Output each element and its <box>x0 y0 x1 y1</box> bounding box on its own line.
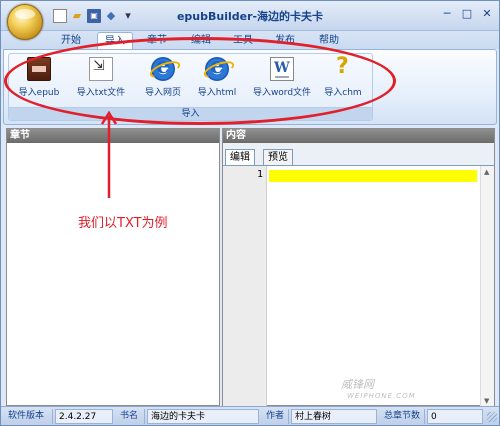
version-value: 2.4.2.27 <box>55 409 113 424</box>
book-name-value: 海边的卡夫卡 <box>147 409 259 424</box>
watermark-subtext: WEIPHONE.COM <box>347 392 416 400</box>
tab-edit-mode[interactable]: 编辑 <box>225 149 255 165</box>
chapter-count-value: 0 <box>427 409 483 424</box>
book-name-label: 书名 <box>117 409 145 424</box>
annotation-text: 我们以TXT为例 <box>78 216 168 231</box>
content-tabs: 编辑 预览 <box>223 143 494 165</box>
current-line-highlight[interactable] <box>269 170 477 182</box>
status-bar: 软件版本 2.4.2.27 书名 海边的卡夫卡 作者 村上春树 总章节数 0 <box>1 406 499 425</box>
annotation-arrow-icon <box>100 110 118 198</box>
minimize-button[interactable]: ─ <box>439 6 455 22</box>
author-label: 作者 <box>263 409 289 424</box>
restore-button[interactable]: □ <box>459 6 475 22</box>
scroll-up-icon[interactable]: ▲ <box>484 168 489 176</box>
scroll-down-icon[interactable]: ▼ <box>484 397 489 405</box>
application-menu-button[interactable] <box>7 4 43 40</box>
tab-preview[interactable]: 预览 <box>263 149 293 165</box>
annotation-ellipse <box>4 37 396 125</box>
line-number-gutter: 1 <box>223 166 267 407</box>
line-number: 1 <box>256 169 263 180</box>
window-controls: ─ □ ✕ <box>439 6 495 22</box>
window-title: epubBuilder-海边的卡夫卡 <box>176 10 324 23</box>
chapter-count-label: 总章节数 <box>381 409 425 424</box>
close-button[interactable]: ✕ <box>479 6 495 22</box>
content-panel-title: 内容 <box>223 129 494 143</box>
watermark-text: 威锋网 <box>341 378 374 391</box>
version-label: 软件版本 <box>5 409 53 424</box>
vertical-scrollbar[interactable]: ▲ ▼ <box>480 166 494 407</box>
title-bar: ▰ ▣ ◆ ▾ epubBuilder-海边的卡夫卡 ─ □ ✕ <box>1 1 499 31</box>
content-panel: 内容 编辑 预览 1 ▲ ▼ <box>222 128 495 407</box>
text-editor[interactable]: 1 ▲ ▼ <box>223 165 494 407</box>
watermark-logo: 威锋网 WEIPHONE.COM <box>341 376 416 400</box>
author-value: 村上春树 <box>291 409 377 424</box>
resize-grip[interactable] <box>487 412 497 422</box>
